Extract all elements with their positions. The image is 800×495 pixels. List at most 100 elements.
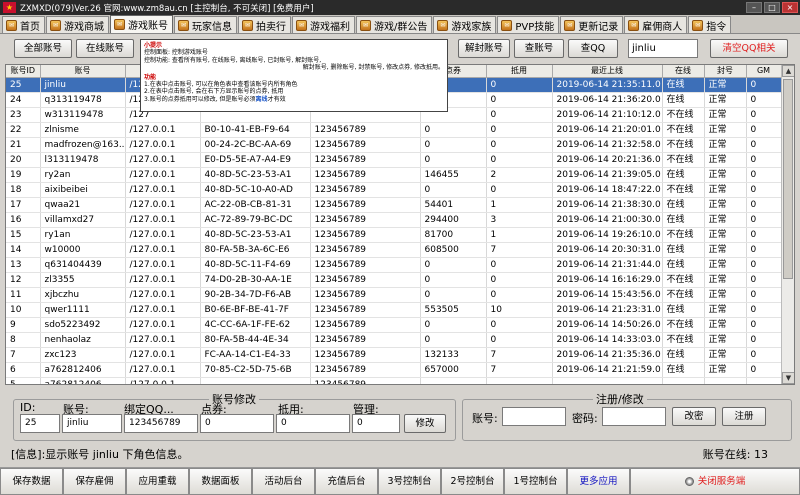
reload-app-button[interactable]: 应用重载 (126, 468, 189, 495)
table-row[interactable]: 20 l313119478/127.0.0.1 E0-D5-5E-A7-A4-E9 1… (6, 152, 782, 168)
table-row[interactable]: 11 xjbczhu/127.0.0.1 90-2B-34-7D-F6-AB 1234… (6, 287, 782, 303)
console-2-button[interactable]: 2号控制台 (441, 468, 504, 495)
save-data-button[interactable]: 保存数据 (0, 468, 63, 495)
online-accounts-button[interactable]: 在线账号 (76, 39, 134, 58)
tab-game-mall[interactable]: ✉ 游戏商城 (46, 16, 109, 33)
tab-icon: ✉ (114, 19, 125, 30)
table-cell: nenhaolaz (40, 332, 126, 348)
column-header[interactable]: 在线 (662, 65, 705, 78)
recharge-backend-button[interactable]: 充值后台 (315, 468, 378, 495)
unban-account-button[interactable]: 解封账号 (458, 39, 510, 58)
tab-label: 游戏家族 (451, 21, 492, 33)
table-cell: 132133 (420, 347, 487, 363)
register-account-input[interactable] (502, 407, 566, 426)
table-row[interactable]: 6 a762812406/127.0.0.1 70-85-C2-5D-75-6B 12… (6, 362, 782, 378)
tab-commands[interactable]: ✉ 指令 (688, 16, 732, 33)
table-cell: 正常 (704, 302, 747, 318)
tab-auction[interactable]: ✉ 拍卖行 (238, 16, 291, 33)
column-header[interactable]: 封号 (704, 65, 747, 78)
minimize-icon[interactable]: – (746, 2, 762, 13)
table-cell: 在线 (662, 92, 705, 108)
voucher-field[interactable]: 0 (276, 414, 350, 433)
tab-pvp-skills[interactable]: ✉ PVP技能 (497, 16, 560, 33)
tab-game-accounts[interactable]: ✉ 游戏账号 (110, 15, 173, 33)
tab-player-info[interactable]: ✉ 玩家信息 (174, 16, 237, 33)
admin-field[interactable]: 0 (352, 414, 400, 433)
view-qq-button[interactable]: 查QQ (568, 39, 618, 58)
table-row[interactable]: 10 qwer1111/127.0.0.1 B0-6E-BF-BE-41-7F 123… (6, 302, 782, 318)
table-cell: 不在线 (662, 227, 705, 243)
table-cell: 3 (486, 212, 553, 228)
all-accounts-button[interactable]: 全部账号 (14, 39, 72, 58)
tip-function-title: 功能 (144, 73, 157, 81)
tab-label: 雇佣商人 (642, 21, 683, 33)
data-panel-button[interactable]: 数据面板 (189, 468, 252, 495)
column-header[interactable]: 抵用 (486, 65, 553, 78)
modify-button[interactable]: 修改 (404, 414, 446, 433)
table-row[interactable]: 9 sdo5223492/127.0.0.1 4C-CC-6A-1F-FE-62 12… (6, 317, 782, 333)
tab-label: PVP技能 (515, 21, 555, 33)
change-password-button[interactable]: 改密 (672, 407, 716, 426)
column-header[interactable]: 账号ID (6, 65, 41, 78)
table-row[interactable]: 15 ry1an/127.0.0.1 40-8D-5C-23-53-A1 123456… (6, 227, 782, 243)
id-field[interactable]: 25 (20, 414, 60, 433)
column-header[interactable]: GM (746, 65, 782, 78)
tab-announcements[interactable]: ✉ 游戏/群公告 (356, 16, 433, 33)
table-cell: zlnisme (40, 122, 126, 138)
table-cell: 0 (746, 167, 782, 183)
event-backend-button[interactable]: 活动后台 (252, 468, 315, 495)
clear-qq-button[interactable]: 清空QQ相关 (710, 39, 788, 58)
scroll-up-icon[interactable]: ▲ (782, 65, 794, 77)
tab-label: 首页 (20, 21, 40, 33)
column-header[interactable]: 账号 (40, 65, 126, 78)
search-input[interactable]: jinliu (628, 39, 698, 58)
table-row[interactable]: 14 w10000/127.0.0.1 80-FA-5B-3A-6C-E6 12345… (6, 242, 782, 258)
table-scrollbar[interactable]: ▲ ▼ (781, 65, 794, 384)
table-row[interactable]: 5 a762812406/127.0.0.1 123456789 (6, 377, 782, 384)
table-cell: /127.0.0.1 (125, 377, 201, 384)
maximize-icon[interactable]: □ (764, 2, 780, 13)
close-icon[interactable]: × (782, 2, 798, 13)
table-cell: 正常 (704, 152, 747, 168)
tab-hired-merchants[interactable]: ✉ 雇佣商人 (624, 16, 688, 33)
more-apps-button[interactable]: 更多应用 (567, 468, 630, 495)
table-cell: 不在线 (662, 122, 705, 138)
scroll-down-icon[interactable]: ▼ (782, 372, 794, 384)
table-cell: 2019-06-14 21:39:05.0 (552, 167, 663, 183)
tab-update-log[interactable]: ✉ 更新记录 (560, 16, 624, 33)
table-row[interactable]: 19 ry2an/127.0.0.1 40-8D-5C-23-53-A1 123456… (6, 167, 782, 183)
column-header[interactable]: 最近上线 (552, 65, 663, 78)
table-row[interactable]: 17 qwaa21/127.0.0.1 AC-22-0B-CB-81-31 12345… (6, 197, 782, 213)
table-row[interactable]: 22 zlnisme/127.0.0.1 B0-10-41-EB-F9-64 1234… (6, 122, 782, 138)
register-password-input[interactable] (602, 407, 666, 426)
tab-icon: ✉ (437, 19, 449, 31)
register-button[interactable]: 注册 (722, 407, 766, 426)
table-row[interactable]: 18 aixibeibei/127.0.0.1 40-8D-5C-10-A0-AD 1… (6, 182, 782, 198)
tab-game-benefits[interactable]: ✉ 游戏福利 (292, 16, 355, 33)
view-account-button[interactable]: 查账号 (514, 39, 564, 58)
table-cell: 123456789 (310, 377, 421, 384)
table-cell (200, 377, 311, 384)
table-row[interactable]: 21 madfrozen@163..../127.0.0.1 00-24-2C-BC… (6, 137, 782, 153)
tab-game-family[interactable]: ✉ 游戏家族 (433, 16, 497, 33)
table-row[interactable]: 7 zxc123/127.0.0.1 FC-AA-14-C1-E4-33 123456… (6, 347, 782, 363)
save-hire-button[interactable]: 保存雇佣 (63, 468, 126, 495)
shutdown-server-button[interactable]: 关闭服务端 (630, 468, 800, 495)
table-cell: villamxd27 (40, 212, 126, 228)
table-cell: 123456789 (310, 152, 421, 168)
table-cell: 正常 (704, 182, 747, 198)
qq-field[interactable]: 123456789 (124, 414, 198, 433)
points-field[interactable]: 0 (200, 414, 274, 433)
table-row[interactable]: 13 q631404439/127.0.0.1 40-8D-5C-11-F4-69 1… (6, 257, 782, 273)
table-cell: 70-85-C2-5D-75-6B (200, 362, 311, 378)
tab-home[interactable]: ✉ 首页 (2, 16, 45, 33)
account-field[interactable]: jinliu (62, 414, 122, 433)
console-3-button[interactable]: 3号控制台 (378, 468, 441, 495)
table-row[interactable]: 12 zl3355/127.0.0.1 74-D0-2B-30-AA-1E 12345… (6, 272, 782, 288)
table-row[interactable]: 8 nenhaolaz/127.0.0.1 80-FA-5B-44-4E-34 123… (6, 332, 782, 348)
table-row[interactable]: 16 villamxd27/127.0.0.1 AC-72-89-79-BC-DC 1… (6, 212, 782, 228)
table-cell: 0 (420, 152, 487, 168)
scroll-thumb[interactable] (783, 79, 793, 279)
table-cell: 0 (746, 182, 782, 198)
console-1-button[interactable]: 1号控制台 (504, 468, 567, 495)
